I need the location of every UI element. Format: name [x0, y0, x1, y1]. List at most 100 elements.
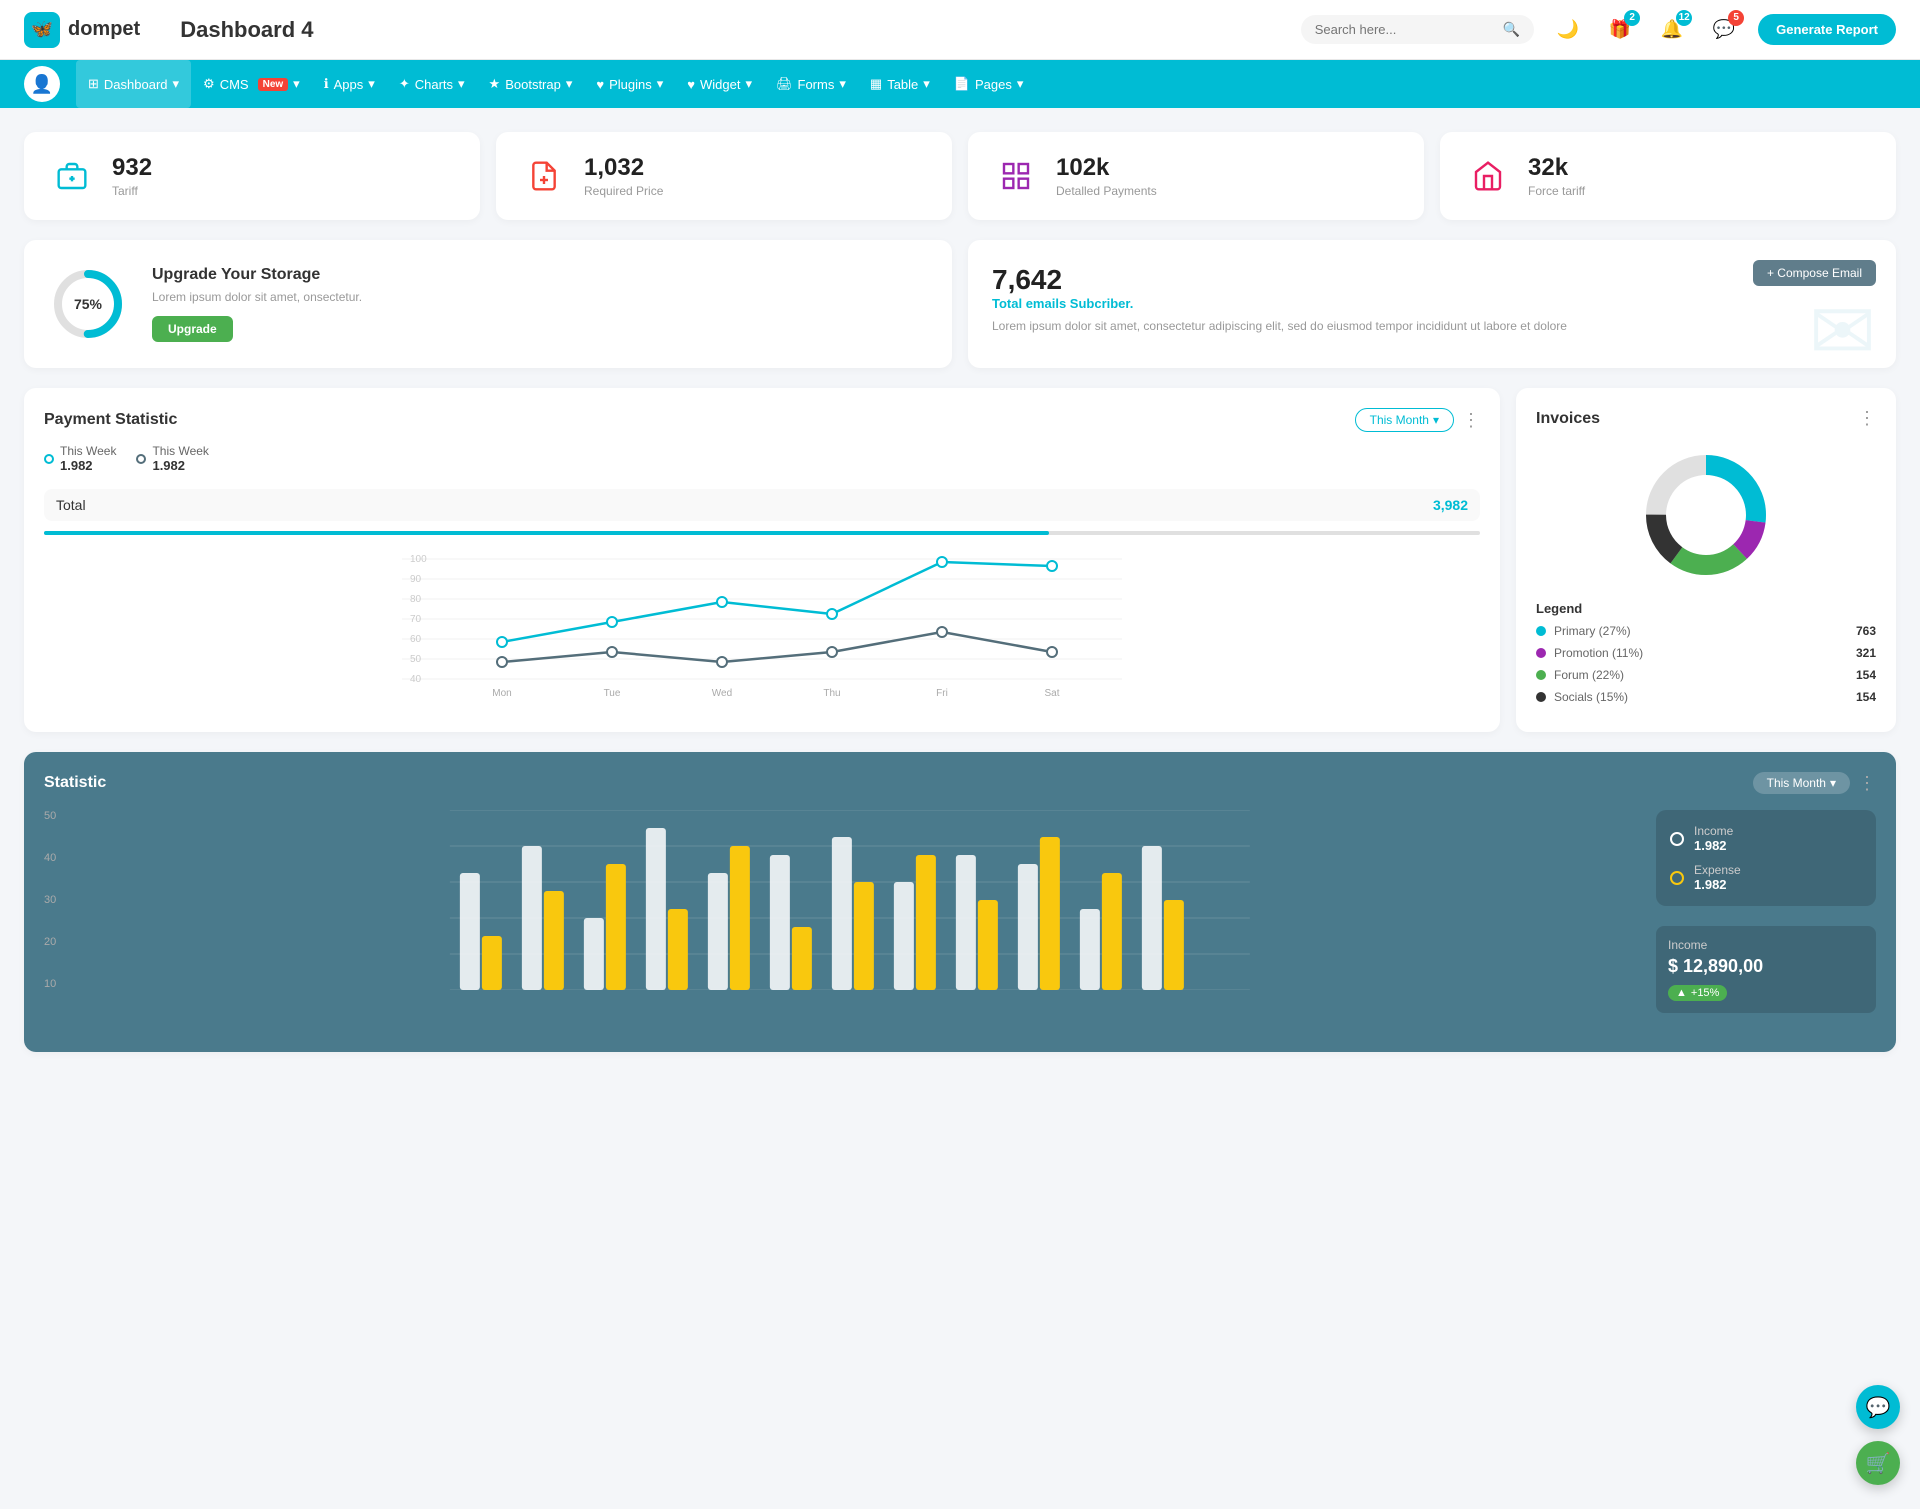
apps-arrow: ▾	[368, 76, 375, 92]
moon-icon[interactable]: 🌙	[1550, 12, 1586, 48]
forms-arrow: ▾	[839, 76, 846, 92]
generate-report-button[interactable]: Generate Report	[1758, 14, 1896, 45]
storage-donut: 75%	[48, 264, 128, 344]
totals-value: 3,982	[1433, 497, 1468, 513]
bell-icon[interactable]: 🔔 12	[1654, 12, 1690, 48]
y-label-10: 10	[44, 978, 56, 990]
nav-label-forms: Forms	[798, 77, 835, 92]
nav-item-pages[interactable]: 📄 Pages ▾	[942, 60, 1036, 108]
statistic-month-filter[interactable]: This Month ▾	[1753, 772, 1850, 794]
nav-avatar: 👤	[24, 66, 60, 102]
search-input[interactable]	[1315, 22, 1495, 37]
nav-label-apps: Apps	[334, 77, 364, 92]
legend-item-1: This Week 1.982	[44, 444, 116, 473]
nav-item-charts[interactable]: ✦ Charts ▾	[387, 60, 477, 108]
legend-label-1: This Week	[60, 444, 116, 458]
nav-label-table: Table	[887, 77, 918, 92]
invoices-donut	[1536, 445, 1876, 585]
bar-chart-svg	[64, 810, 1636, 990]
statistic-menu[interactable]: ⋮	[1858, 773, 1876, 794]
invoices-menu[interactable]: ⋮	[1858, 408, 1876, 429]
svg-text:Fri: Fri	[936, 688, 948, 699]
nav-item-plugins[interactable]: ♥ Plugins ▾	[584, 60, 675, 108]
tariff-icon	[48, 152, 96, 200]
header: 🦋 dompet Dashboard 4 🔍 🌙 🎁 2 🔔 12 💬 5 Ge…	[0, 0, 1920, 60]
logo-icon: 🦋	[24, 12, 60, 48]
stat-card-payments: 102k Detalled Payments	[968, 132, 1424, 220]
nav-item-table[interactable]: ▦ Table ▾	[858, 60, 942, 108]
svg-text:60: 60	[410, 634, 422, 645]
storage-percentage: 75%	[74, 296, 102, 312]
stats-row: 932 Tariff 1,032 Required Price	[24, 132, 1896, 220]
expense-legend-item: Expense 1.982	[1670, 863, 1862, 892]
legend-value-1: 1.982	[60, 458, 116, 473]
nav-item-widget[interactable]: ♥ Widget ▾	[675, 60, 764, 108]
main-content: 932 Tariff 1,032 Required Price	[0, 108, 1920, 1076]
nav-item-dashboard[interactable]: ⊞ Dashboard ▾	[76, 60, 191, 108]
filter-arrow: ▾	[1433, 413, 1439, 427]
fab-support[interactable]: 💬	[1856, 1385, 1900, 1429]
gift-icon[interactable]: 🎁 2	[1602, 12, 1638, 48]
nav-label-widget: Widget	[700, 77, 740, 92]
logo-text: dompet	[68, 18, 140, 41]
statistic-card: Statistic This Month ▾ ⋮ 50 40 30 20	[24, 752, 1896, 1052]
invoices-legend: Primary (27%) 763 Promotion (11%) 321 Fo…	[1536, 624, 1876, 704]
storage-description: Lorem ipsum dolor sit amet, onsectetur.	[152, 290, 362, 304]
stat-value-payments: 102k	[1056, 154, 1157, 182]
bar-chart-wrapper: 50 40 30 20 10	[44, 810, 1636, 1010]
legend-row-promotion: Promotion (11%) 321	[1536, 646, 1876, 660]
income-legend-circle	[1670, 832, 1684, 846]
statistic-chart-section: 50 40 30 20 10	[44, 810, 1636, 1013]
table-icon: ▦	[870, 76, 882, 92]
svg-text:Sat: Sat	[1044, 688, 1059, 699]
page-title: Dashboard 4	[180, 17, 1300, 43]
nav-label-dashboard: Dashboard	[104, 77, 168, 92]
widget-arrow: ▾	[745, 76, 752, 92]
invoices-legend-title: Legend	[1536, 601, 1876, 616]
svg-text:90: 90	[410, 574, 422, 585]
stat-info-tariff: 932 Tariff	[112, 154, 152, 198]
y-axis: 50 40 30 20 10	[44, 810, 64, 1010]
legend-dot-2	[136, 454, 146, 464]
filter-label: This Month	[1370, 413, 1429, 427]
payment-chart-area: 100 90 80 70 60 50 40 Mon Tue Wed Thu Fr…	[44, 539, 1480, 702]
bootstrap-arrow: ▾	[566, 76, 573, 92]
nav-item-forms[interactable]: 🖨 Forms ▾	[764, 60, 858, 108]
stat-card-tariff: 932 Tariff	[24, 132, 480, 220]
this-month-filter[interactable]: This Month ▾	[1355, 408, 1454, 432]
nav-item-cms[interactable]: ⚙ CMS New ▾	[191, 60, 312, 108]
charts-row: Payment Statistic This Month ▾ ⋮ This We…	[24, 388, 1896, 732]
legend-row-socials: Socials (15%) 154	[1536, 690, 1876, 704]
legend-info-2: This Week 1.982	[152, 444, 208, 473]
compose-email-button[interactable]: + Compose Email	[1753, 260, 1876, 286]
chat-icon[interactable]: 💬 5	[1706, 12, 1742, 48]
email-card: + Compose Email 7,642 Total emails Subcr…	[968, 240, 1896, 368]
nav-label-cms: CMS	[220, 77, 249, 92]
stat-info-payments: 102k Detalled Payments	[1056, 154, 1157, 198]
cms-icon: ⚙	[203, 76, 215, 92]
payment-filter: This Month ▾ ⋮	[1355, 408, 1480, 432]
payment-title: Payment Statistic	[44, 411, 177, 429]
stat-filter-label: This Month	[1767, 776, 1826, 790]
widget-icon: ♥	[687, 77, 695, 92]
nav-item-bootstrap[interactable]: ★ Bootstrap ▾	[477, 60, 585, 108]
y-label-30: 30	[44, 894, 56, 906]
nav-item-apps[interactable]: ℹ Apps ▾	[312, 60, 387, 108]
bootstrap-icon: ★	[489, 76, 501, 92]
storage-title: Upgrade Your Storage	[152, 266, 362, 284]
forum-value: 154	[1856, 668, 1876, 682]
y-label-50: 50	[44, 810, 56, 822]
search-icon[interactable]: 🔍	[1503, 21, 1520, 38]
expense-legend-label: Expense	[1694, 863, 1741, 877]
stat-filter-arrow: ▾	[1830, 776, 1836, 790]
payment-menu[interactable]: ⋮	[1462, 410, 1480, 431]
fab-cart[interactable]: 🛒	[1856, 1441, 1900, 1485]
promotion-label: Promotion (11%)	[1554, 646, 1856, 660]
payment-card: Payment Statistic This Month ▾ ⋮ This We…	[24, 388, 1500, 732]
legend-row-forum: Forum (22%) 154	[1536, 668, 1876, 682]
legend-row-primary: Primary (27%) 763	[1536, 624, 1876, 638]
email-description: Lorem ipsum dolor sit amet, consectetur …	[992, 319, 1872, 333]
upgrade-button[interactable]: Upgrade	[152, 316, 233, 342]
middle-row: 75% Upgrade Your Storage Lorem ipsum dol…	[24, 240, 1896, 368]
stat-value-force-tariff: 32k	[1528, 154, 1585, 182]
